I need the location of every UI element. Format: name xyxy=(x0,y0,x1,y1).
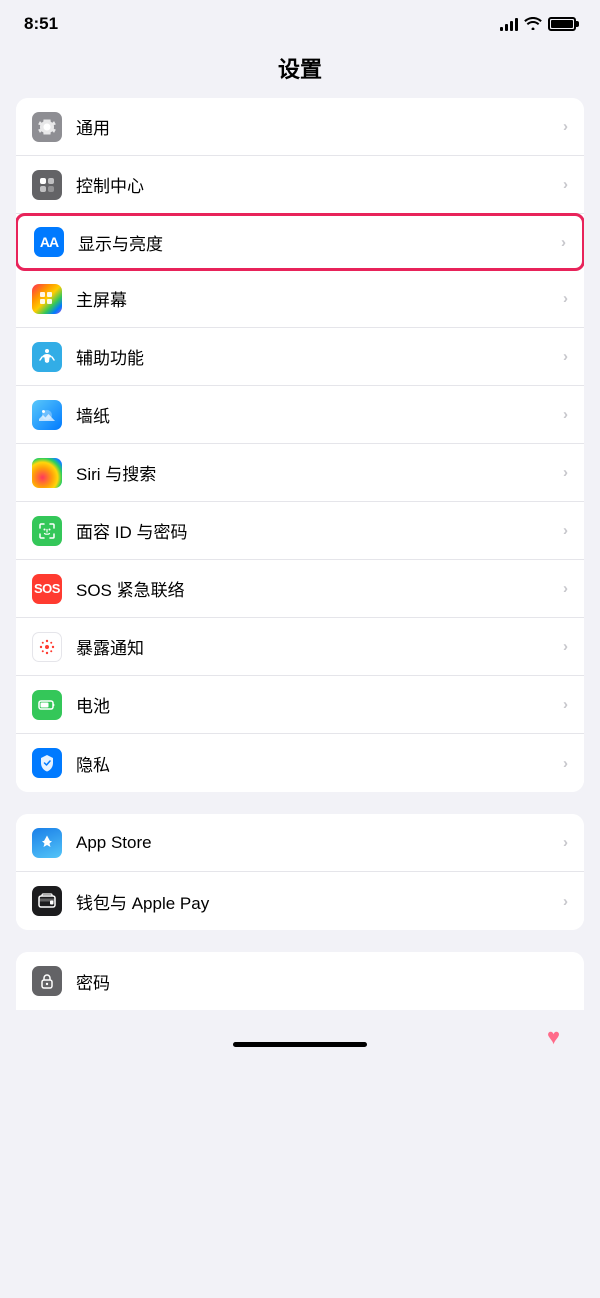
settings-row-battery[interactable]: 电池 › xyxy=(16,676,584,734)
battery-chevron: › xyxy=(563,696,568,713)
page-title: 设置 xyxy=(278,57,322,82)
display-chevron: › xyxy=(561,234,566,251)
exposure-icon xyxy=(32,632,62,662)
settings-row-appstore[interactable]: App Store › xyxy=(16,814,584,872)
settings-row-home-screen[interactable]: 主屏幕 › xyxy=(16,270,584,328)
status-bar: 8:51 xyxy=(0,0,600,42)
appstore-icon xyxy=(32,828,62,858)
settings-row-general[interactable]: 通用 › xyxy=(16,98,584,156)
accessibility-chevron: › xyxy=(563,348,568,365)
password-section: 密码 xyxy=(16,952,584,1010)
privacy-icon xyxy=(32,748,62,778)
home-screen-icon xyxy=(32,284,62,314)
accessibility-label: 辅助功能 xyxy=(76,344,563,369)
sos-label: SOS 紧急联络 xyxy=(76,576,563,601)
display-icon: AA xyxy=(34,227,64,257)
privacy-label: 隐私 xyxy=(76,751,563,776)
accessibility-icon xyxy=(32,342,62,372)
faceid-label: 面容 ID 与密码 xyxy=(76,518,563,543)
faceid-icon xyxy=(32,516,62,546)
appstore-label: App Store xyxy=(76,833,563,853)
general-chevron: › xyxy=(563,118,568,135)
general-label: 通用 xyxy=(76,114,563,139)
decorative-heart: ♥ xyxy=(547,1024,560,1050)
settings-row-display[interactable]: AA 显示与亮度 › xyxy=(16,213,584,271)
sos-chevron: › xyxy=(563,580,568,597)
settings-row-wallet[interactable]: 钱包与 Apple Pay › xyxy=(16,872,584,930)
siri-label: Siri 与搜索 xyxy=(76,460,563,485)
faceid-chevron: › xyxy=(563,522,568,539)
wallet-icon xyxy=(32,886,62,916)
wallpaper-chevron: › xyxy=(563,406,568,423)
settings-row-control-center[interactable]: 控制中心 › xyxy=(16,156,584,214)
settings-row-sos[interactable]: SOS SOS 紧急联络 › xyxy=(16,560,584,618)
signal-icon xyxy=(500,17,518,31)
siri-icon xyxy=(32,458,62,488)
settings-row-siri[interactable]: Siri 与搜索 › xyxy=(16,444,584,502)
wallet-chevron: › xyxy=(563,893,568,910)
wallet-label: 钱包与 Apple Pay xyxy=(76,889,563,914)
control-center-label: 控制中心 xyxy=(76,172,563,197)
display-label: 显示与亮度 xyxy=(78,230,561,255)
settings-row-accessibility[interactable]: 辅助功能 › xyxy=(16,328,584,386)
password-label: 密码 xyxy=(76,969,568,994)
privacy-chevron: › xyxy=(563,755,568,772)
siri-chevron: › xyxy=(563,464,568,481)
store-section: App Store › 钱包与 Apple Pay › xyxy=(16,814,584,930)
settings-row-wallpaper[interactable]: 墙纸 › xyxy=(16,386,584,444)
general-icon xyxy=(32,112,62,142)
settings-row-password[interactable]: 密码 xyxy=(16,952,584,1010)
settings-row-privacy[interactable]: 隐私 › xyxy=(16,734,584,792)
home-indicator xyxy=(233,1042,367,1047)
password-icon xyxy=(32,966,62,996)
control-center-chevron: › xyxy=(563,176,568,193)
control-center-icon xyxy=(32,170,62,200)
battery-label: 电池 xyxy=(76,692,563,717)
appstore-chevron: › xyxy=(563,834,568,851)
sos-icon: SOS xyxy=(32,574,62,604)
wifi-icon xyxy=(524,16,542,33)
settings-row-exposure[interactable]: 暴露通知 › xyxy=(16,618,584,676)
settings-row-faceid[interactable]: 面容 ID 与密码 › xyxy=(16,502,584,560)
wallpaper-label: 墙纸 xyxy=(76,402,563,427)
battery-row-icon xyxy=(32,690,62,720)
exposure-label: 暴露通知 xyxy=(76,634,563,659)
home-screen-label: 主屏幕 xyxy=(76,286,563,311)
general-section: 通用 › 控制中心 › AA 显示与亮度 › xyxy=(16,98,584,792)
exposure-chevron: › xyxy=(563,638,568,655)
battery-icon xyxy=(548,17,576,31)
page-title-bar: 设置 xyxy=(0,42,600,98)
status-time: 8:51 xyxy=(24,14,58,34)
wallpaper-icon xyxy=(32,400,62,430)
home-screen-chevron: › xyxy=(563,290,568,307)
status-icons xyxy=(500,16,576,33)
